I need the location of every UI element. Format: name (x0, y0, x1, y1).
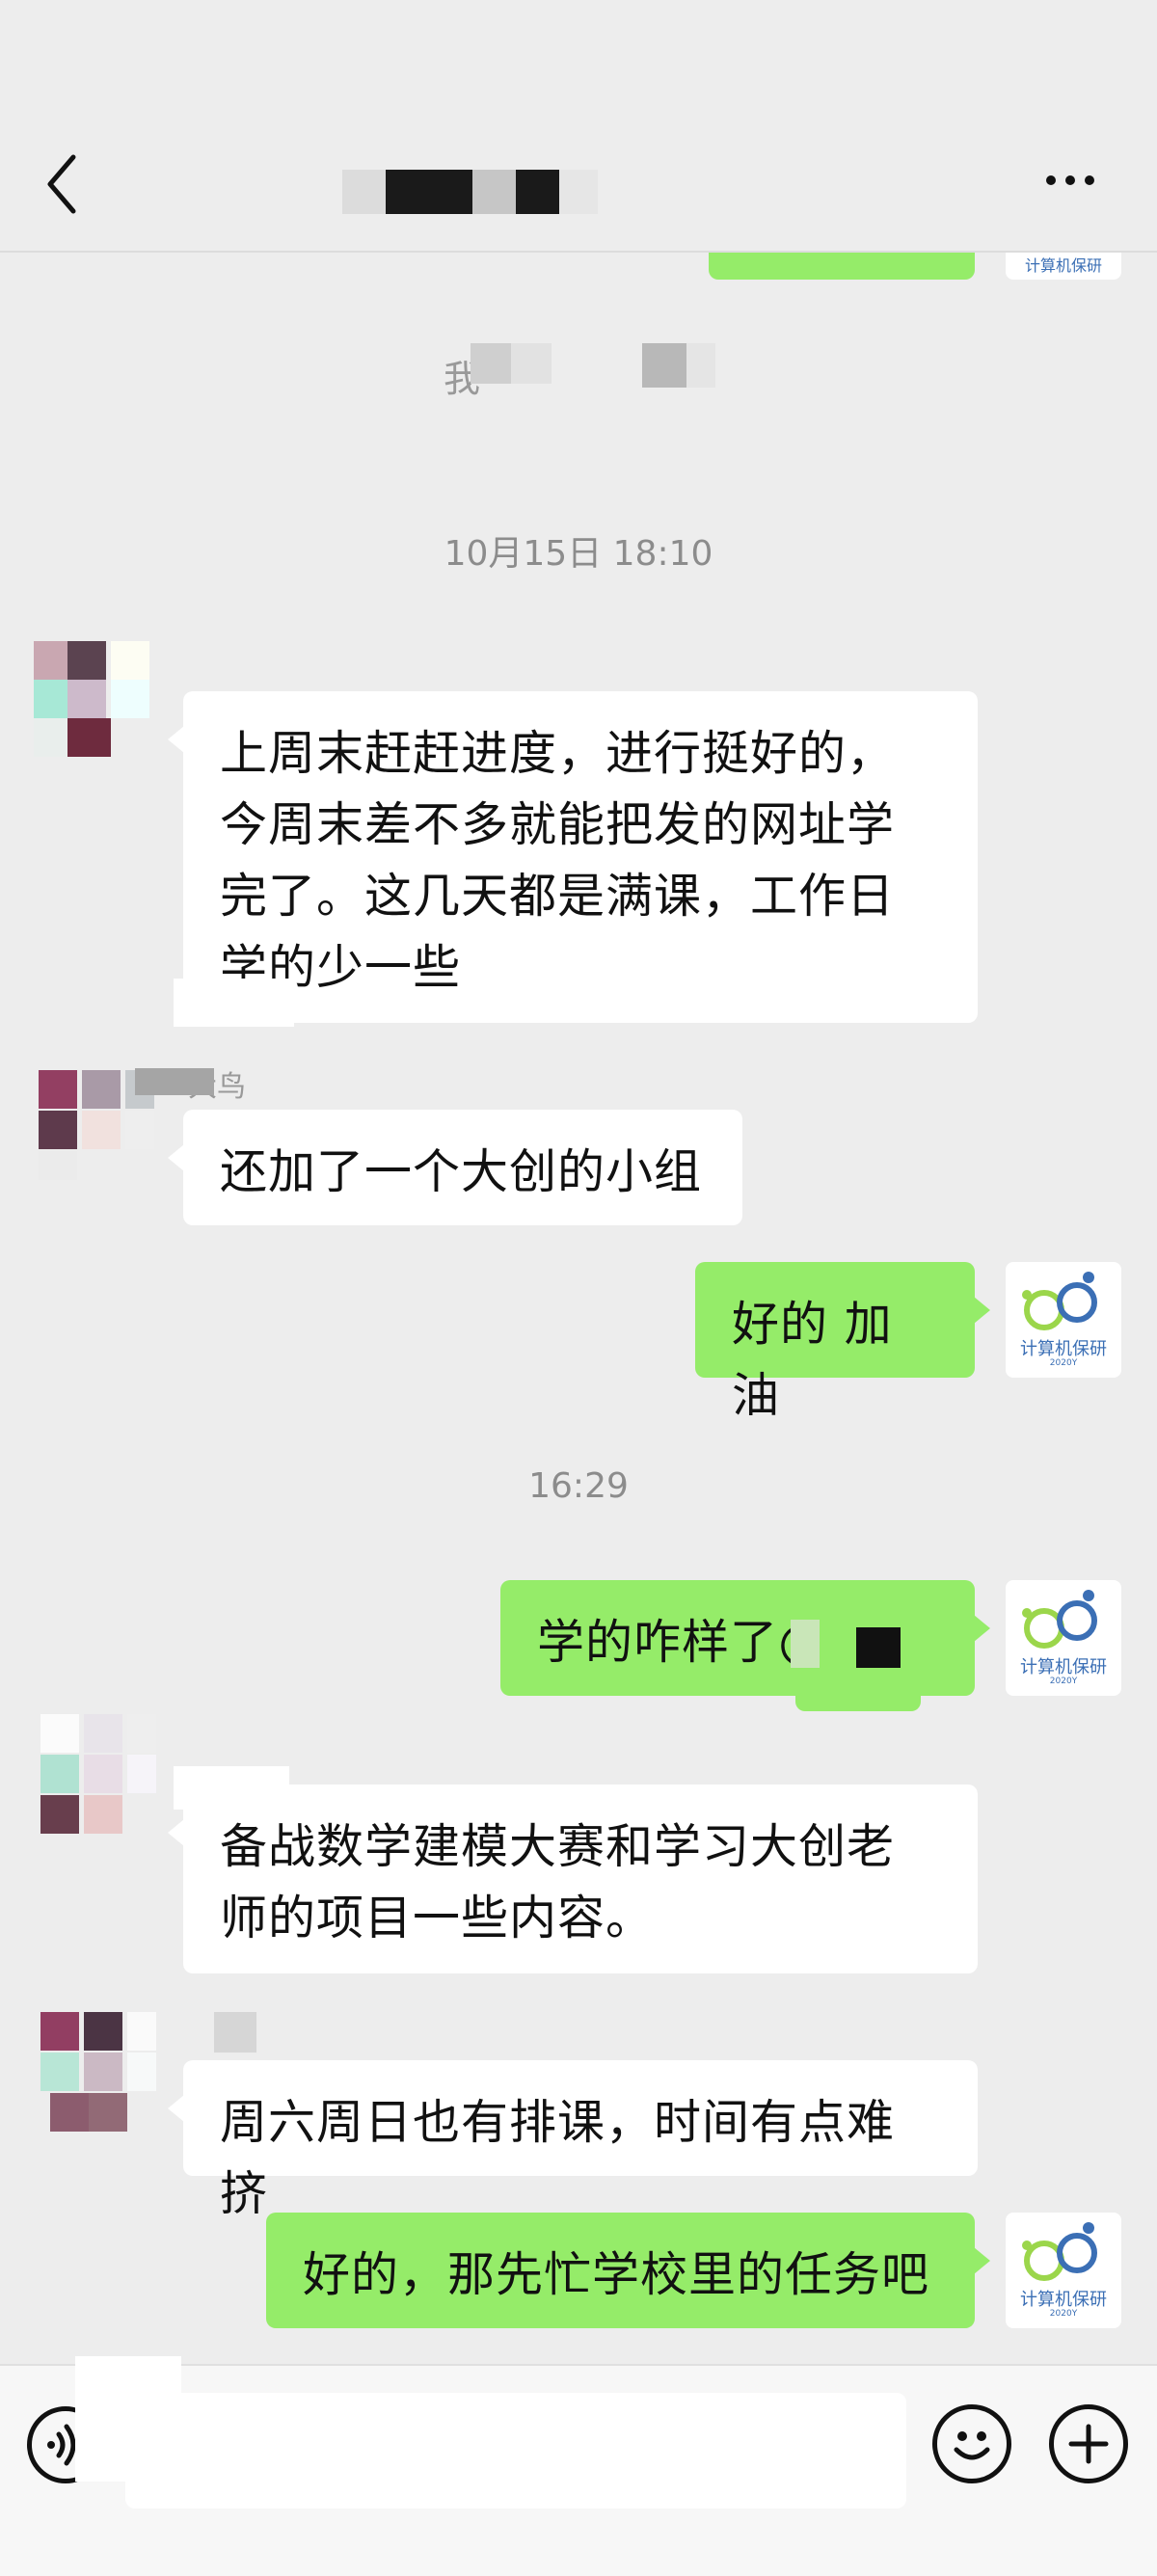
logo-icon (1022, 1590, 1097, 1649)
logo-subtext: 2020Y (1049, 2309, 1078, 2319)
logo-text: 计算机保研 (1020, 2290, 1107, 2310)
redaction-mask (856, 1627, 901, 1668)
message-bubble[interactable]: 还加了一个大创的小组 (168, 1110, 742, 1225)
logo-text: 计算机保研 (1020, 1339, 1107, 1359)
emoji-button[interactable] (932, 2404, 1011, 2483)
message-text: 好的，那先忙学校里的任务吧 (303, 2247, 930, 2302)
message-text: 备战数学建模大赛和学习大创老师的项目一些内容。 (220, 1819, 896, 1945)
logo-text: 计算机保研 (1020, 1657, 1107, 1677)
redaction-mask (174, 1766, 289, 1810)
more-button[interactable] (1041, 154, 1109, 208)
logo-subtext: 2020Y (1049, 1358, 1078, 1368)
message-bubble[interactable]: 好的，那先忙学校里的任务吧 (266, 2213, 990, 2328)
logo-text: 计算机保研 (1024, 256, 1102, 275)
previous-message-fragment (709, 253, 975, 280)
redaction-mask (135, 1068, 214, 1095)
timestamp: 16:29 (528, 1466, 629, 1506)
message-bubble[interactable]: 周六周日也有排课，时间有点难挤 (168, 2060, 978, 2221)
logo-icon (1022, 2222, 1097, 2281)
back-button[interactable] (39, 149, 87, 217)
logo-subtext: 2020Y (1049, 1677, 1078, 1686)
contact-avatar[interactable] (40, 1714, 156, 1834)
message-bubble[interactable]: 上周末赶赶进度，进行挺好的，今周末差不多就能把发的网址学完了。这几天都是满课，工… (168, 691, 978, 1023)
contact-avatar[interactable] (40, 2012, 156, 2132)
message-bubble[interactable]: 学的咋样了@ (500, 1580, 990, 1696)
contact-avatar[interactable] (34, 641, 149, 757)
message-text: 好的 加油 (732, 1297, 893, 1423)
chat-title-redacted (342, 170, 603, 214)
redaction-mask (820, 1605, 858, 1682)
plus-button[interactable] (1049, 2404, 1128, 2483)
message-text: 周六周日也有排课，时间有点难挤 (220, 2095, 896, 2221)
message-input[interactable] (125, 2393, 906, 2509)
self-avatar[interactable]: 计算机保研 (1006, 253, 1121, 280)
redaction-mask (174, 979, 294, 1027)
message-bubble[interactable]: 备战数学建模大赛和学习大创老师的项目一些内容。 (168, 1784, 978, 1973)
message-text: 还加了一个大创的小组 (220, 1144, 703, 1199)
self-avatar[interactable]: 计算机保研 2020Y (1006, 1580, 1121, 1696)
input-bar (0, 2356, 1157, 2576)
message-text: 学的咋样了@ (537, 1615, 827, 1670)
timestamp: 10月15日 18:10 (444, 534, 713, 574)
self-avatar[interactable]: 计算机保研 2020Y (1006, 2213, 1121, 2328)
redaction-mask (214, 2012, 256, 2053)
redaction-mask (795, 1692, 921, 1711)
self-avatar[interactable]: 计算机保研 2020Y (1006, 1262, 1121, 1378)
message-text: 上周末赶赶进度，进行挺好的，今周末差不多就能把发的网址学完了。这几天都是满课，工… (220, 726, 896, 995)
redaction-mask (791, 1620, 820, 1668)
chevron-left-icon (47, 154, 76, 214)
emoji-icon (954, 2431, 990, 2460)
plus-icon (1068, 2424, 1109, 2464)
more-dots-icon (1046, 175, 1056, 185)
message-bubble[interactable]: 好的 加油 (695, 1262, 990, 1423)
chat-header (0, 0, 1157, 253)
logo-icon (1022, 1272, 1097, 1330)
